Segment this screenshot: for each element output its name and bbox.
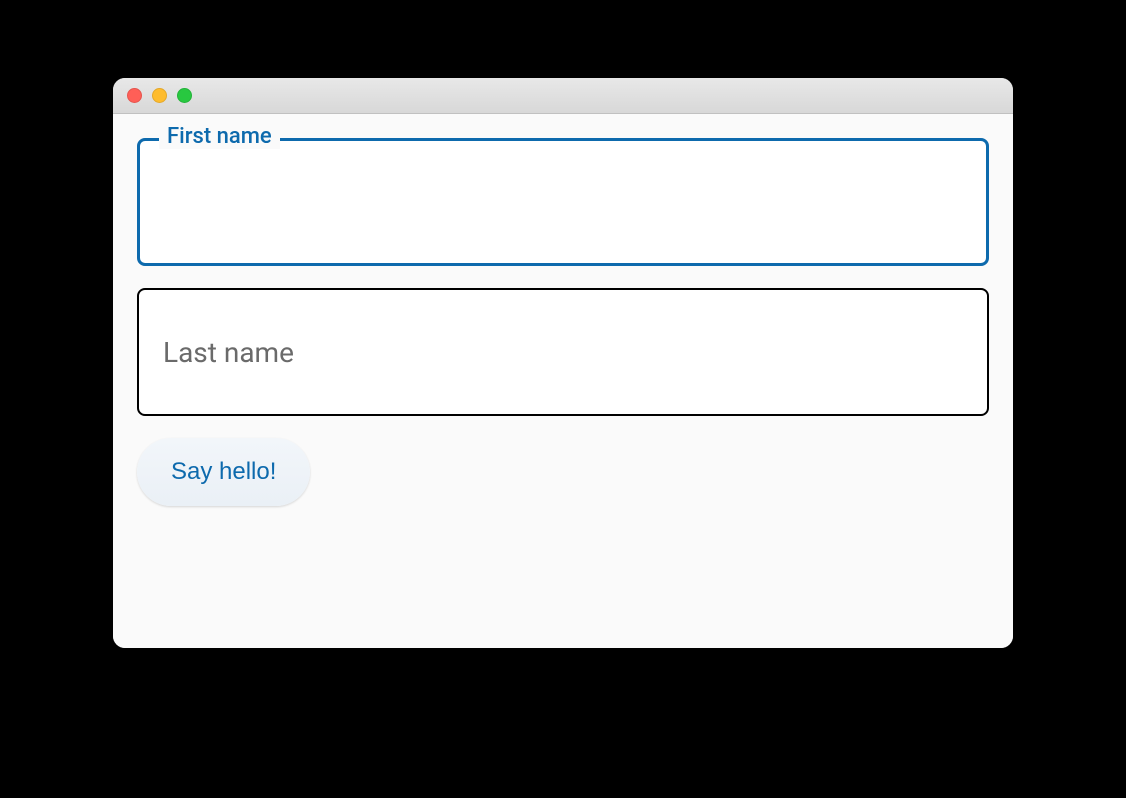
first-name-input[interactable] xyxy=(160,161,966,243)
last-name-field-wrap: Last name xyxy=(137,288,989,416)
titlebar xyxy=(113,78,1013,114)
app-window: First name Last name Say hello! xyxy=(113,78,1013,648)
say-hello-button[interactable]: Say hello! xyxy=(137,438,310,506)
maximize-icon[interactable] xyxy=(177,88,192,103)
say-hello-button-label: Say hello! xyxy=(171,458,276,486)
close-icon[interactable] xyxy=(127,88,142,103)
last-name-placeholder: Last name xyxy=(163,336,294,369)
last-name-field[interactable]: Last name xyxy=(137,288,989,416)
window-content: First name Last name Say hello! xyxy=(113,114,1013,648)
first-name-field-wrap: First name xyxy=(137,138,989,266)
first-name-field[interactable] xyxy=(137,138,989,266)
minimize-icon[interactable] xyxy=(152,88,167,103)
first-name-label: First name xyxy=(159,124,280,149)
